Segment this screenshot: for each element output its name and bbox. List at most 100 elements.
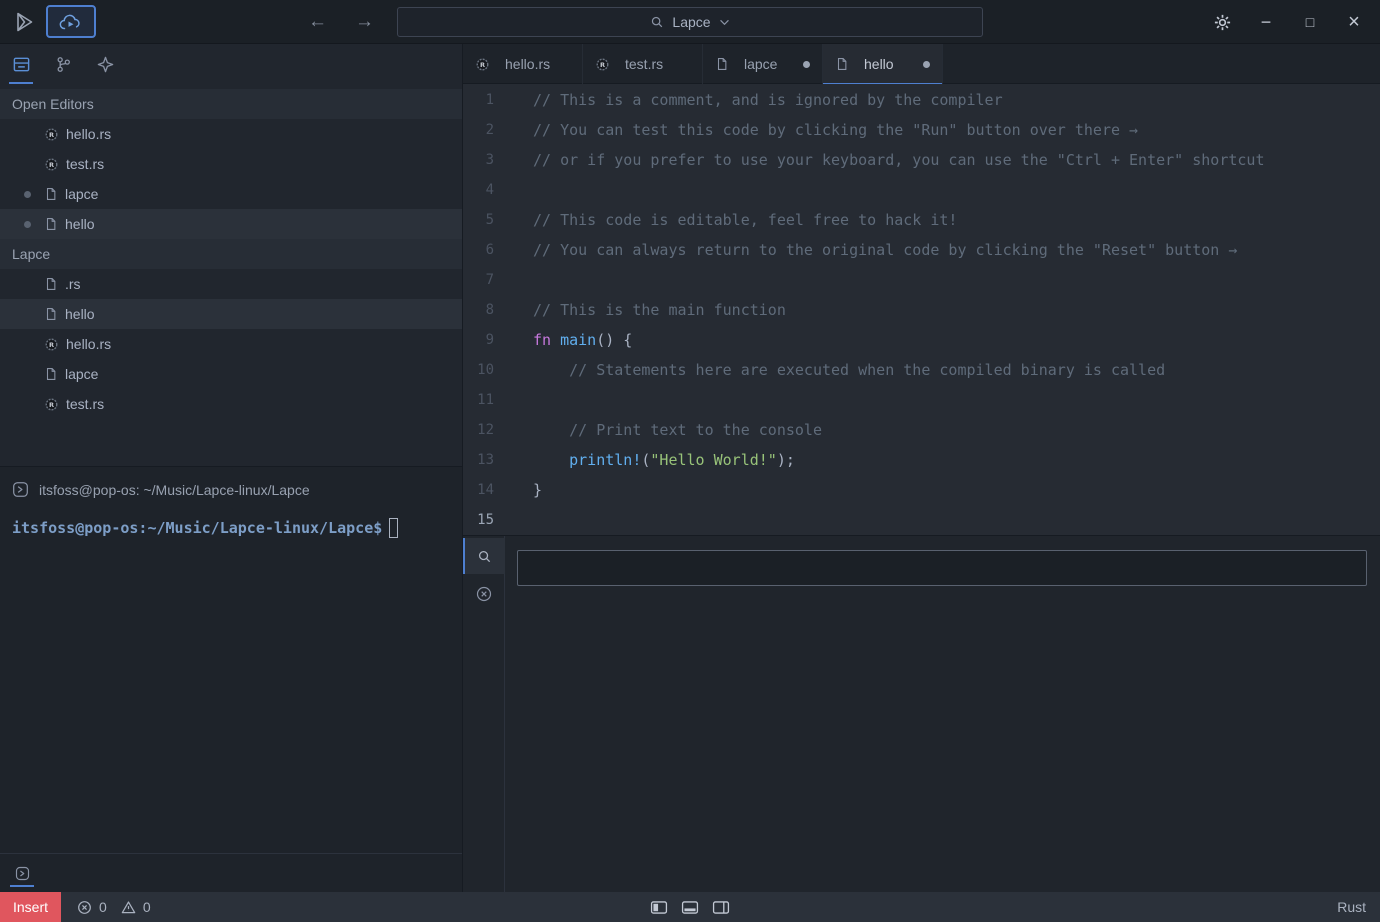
code-token: } [533, 481, 543, 499]
file-explorer-icon [12, 55, 31, 74]
terminal-panel[interactable]: itsfoss@pop-os: ~/Music/Lapce-linux/Lapc… [0, 466, 463, 892]
line-text: // You can test this code by clicking th… [533, 121, 1138, 139]
file-tree-item[interactable]: lapce [0, 179, 462, 209]
code-line[interactable]: 15 [463, 505, 1380, 535]
code-line[interactable]: 3 // or if you prefer to use your keyboar… [463, 145, 1380, 175]
code-line[interactable]: 6 // You can always return to the origina… [463, 235, 1380, 265]
code-token: // This is the main function [533, 301, 786, 319]
code-line[interactable]: 5 // This code is editable, feel free to … [463, 205, 1380, 235]
code-line[interactable]: 10 // Statements here are executed when … [463, 355, 1380, 385]
code-line[interactable]: 2 // You can test this code by clicking t… [463, 115, 1380, 145]
terminal-prompt-line[interactable]: itsfoss@pop-os:~/Music/Lapce-linux/Lapce… [12, 518, 450, 538]
code-line[interactable]: 13 println!("Hello World!"); [463, 445, 1380, 475]
code-token: // Statements here are executed when the… [533, 361, 1166, 379]
line-text: // You can always return to the original… [533, 241, 1237, 259]
terminal-prompt: itsfoss@pop-os:~/Music/Lapce-linux/Lapce… [12, 519, 383, 537]
file-name: test.rs [66, 156, 105, 172]
lapce-logo-icon [10, 8, 38, 36]
terminal-cursor [389, 518, 399, 538]
settings-button[interactable] [1200, 0, 1244, 44]
code-line[interactable]: 7 [463, 265, 1380, 295]
toggle-right-panel-button[interactable] [712, 900, 730, 914]
workspace-header[interactable]: Lapce [0, 239, 462, 269]
editor-tab[interactable]: lapce [703, 44, 823, 84]
open-editors-header[interactable]: Open Editors [0, 89, 462, 119]
svg-text:R: R [49, 130, 54, 138]
line-number: 11 [477, 392, 494, 408]
back-button[interactable]: ← [308, 11, 327, 33]
line-text: } [533, 481, 542, 499]
activity-tab-plugins[interactable] [84, 44, 126, 84]
close-button[interactable]: × [1332, 0, 1376, 44]
line-text: // Print text to the console [533, 421, 822, 439]
file-tree-item[interactable]: Rhello.rs [0, 119, 462, 149]
file-tree-item[interactable]: hello [0, 299, 462, 329]
remote-connection-button[interactable] [46, 5, 96, 38]
plugins-icon [96, 55, 115, 74]
minimize-button[interactable]: − [1244, 0, 1288, 44]
code-line[interactable]: 4 [463, 175, 1380, 205]
search-input[interactable] [517, 550, 1367, 586]
line-text: // Statements here are executed when the… [533, 361, 1165, 379]
terminal-panel-tab[interactable] [10, 859, 34, 887]
line-number: 12 [477, 422, 494, 438]
editor-tab-bar: Rhello.rs Rtest.rs lapce hello [463, 44, 1380, 85]
file-tree-item[interactable]: Rhello.rs [0, 329, 462, 359]
activity-bar [0, 44, 463, 84]
error-indicator[interactable]: 0 [77, 899, 107, 915]
code-line[interactable]: 12 // Print text to the console [463, 415, 1380, 445]
code-token: // Print text to the console [533, 421, 822, 439]
editor-tab[interactable]: Rtest.rs [583, 44, 703, 84]
line-number: 3 [485, 152, 494, 168]
rust-file-icon: R [44, 127, 59, 142]
tab-label: test.rs [625, 56, 664, 72]
tab-label: hello [864, 56, 894, 72]
language-indicator[interactable]: Rust [1337, 899, 1380, 915]
editor-tab[interactable]: Rhello.rs [463, 44, 583, 84]
bottom-search-panel [463, 535, 1380, 893]
file-tree-item[interactable]: .rs [0, 269, 462, 299]
line-text: fn main() { [533, 331, 632, 349]
file-tree-item[interactable]: lapce [0, 359, 462, 389]
toggle-left-panel-button[interactable] [650, 900, 668, 914]
line-text: // This is a comment, and is ignored by … [533, 91, 1003, 109]
code-token: // You can always return to the original… [533, 241, 1238, 259]
command-palette[interactable]: Lapce [397, 7, 983, 37]
line-number: 14 [477, 482, 494, 498]
activity-tab-source-control[interactable] [42, 44, 84, 84]
editor-mode-badge: Insert [0, 892, 62, 922]
source-control-icon [54, 55, 73, 74]
code-line[interactable]: 9 fn main() { [463, 325, 1380, 355]
file-tree-item[interactable]: hello [0, 209, 462, 239]
warning-count: 0 [142, 899, 151, 915]
circle-cross-icon [476, 586, 492, 602]
terminal-icon [12, 481, 29, 498]
code-line[interactable]: 11 [463, 385, 1380, 415]
file-icon [44, 277, 58, 291]
warning-indicator[interactable]: 0 [121, 899, 151, 915]
line-text: println!("Hello World!"); [533, 451, 795, 469]
activity-tab-file-explorer[interactable] [0, 44, 42, 84]
file-name: lapce [65, 366, 99, 382]
nav-arrows: ← → [308, 0, 374, 44]
search-icon [477, 549, 492, 564]
file-name: .rs [65, 276, 81, 292]
window-controls: − □ × [1200, 0, 1376, 44]
terminal-icon [15, 866, 30, 881]
line-text: // This code is editable, feel free to h… [533, 211, 957, 229]
file-name: hello [65, 306, 95, 322]
maximize-button[interactable]: □ [1288, 0, 1332, 44]
code-editor[interactable]: 1 // This is a comment, and is ignored by… [463, 84, 1380, 535]
code-line[interactable]: 1 // This is a comment, and is ignored by… [463, 85, 1380, 115]
editor-tab[interactable]: hello [823, 44, 943, 85]
line-number: 13 [477, 452, 494, 468]
file-tree-item[interactable]: Rtest.rs [0, 389, 462, 419]
search-panel-tab[interactable] [463, 538, 505, 574]
code-line[interactable]: 8 // This is the main function [463, 295, 1380, 325]
code-line[interactable]: 14} [463, 475, 1380, 505]
code-token: ); [776, 451, 795, 469]
file-tree-item[interactable]: Rtest.rs [0, 149, 462, 179]
forward-button[interactable]: → [355, 11, 374, 33]
problems-panel-tab[interactable] [463, 576, 505, 612]
toggle-bottom-panel-button[interactable] [681, 900, 699, 914]
